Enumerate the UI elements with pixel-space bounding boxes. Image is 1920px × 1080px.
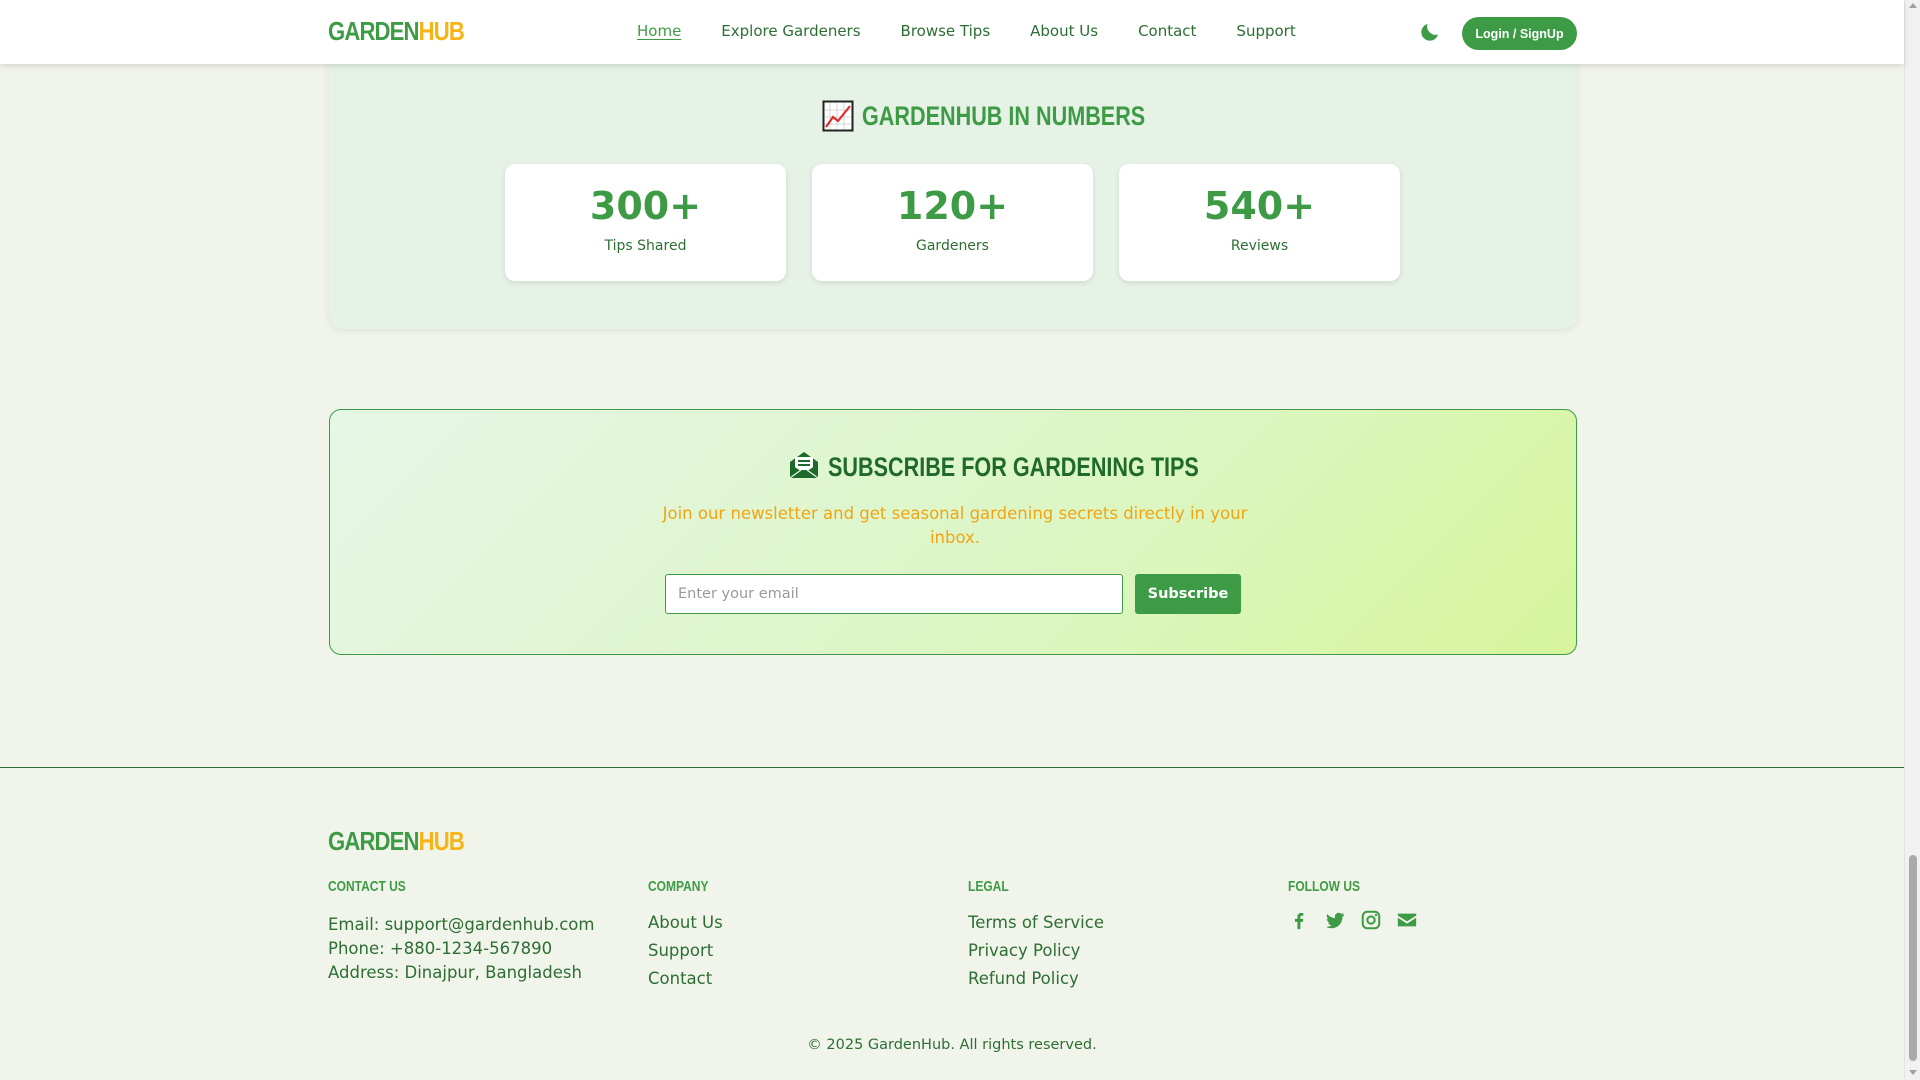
facebook-icon[interactable] <box>1288 909 1310 931</box>
moon-icon[interactable] <box>1418 20 1442 44</box>
footer-contact-column: CONTACT US Email: support@gardenhub.com … <box>328 878 594 985</box>
main-nav: Home Explore Gardeners Browse Tips About… <box>637 22 1296 40</box>
scroll-up-arrow-icon[interactable] <box>1909 3 1917 8</box>
footer-company-column: COMPANY About Us Support Contact <box>648 878 724 993</box>
nav-link-explore-gardeners[interactable]: Explore Gardeners <box>721 22 860 40</box>
envelope-open-icon <box>788 449 820 485</box>
stat-card-gardeners: 120+ Gardeners <box>812 164 1093 281</box>
page-scrollbar[interactable] <box>1904 0 1920 1080</box>
nav-link-about-us[interactable]: About Us <box>1030 22 1098 40</box>
stats-heading: GARDENHUB IN NUMBERS <box>822 100 1216 132</box>
stats-title: GARDENHUB IN NUMBERS <box>862 100 1146 131</box>
footer-legal-column: LEGAL Terms of Service Privacy Policy Re… <box>968 878 1104 993</box>
newsletter-description: Join our newsletter and get seasonal gar… <box>662 504 1248 547</box>
nav-link-support[interactable]: Support <box>1236 22 1295 40</box>
logo-part-garden: GARDEN <box>328 16 420 46</box>
footer-heading-follow: FOLLOW US <box>1288 878 1360 895</box>
twitter-icon[interactable] <box>1324 909 1346 931</box>
scroll-down-arrow-icon[interactable] <box>1909 1070 1917 1075</box>
stat-card-tips: 300+ Tips Shared <box>505 164 786 281</box>
subscribe-button[interactable]: Subscribe <box>1135 574 1241 614</box>
footer-logo[interactable]: GARDENHUB <box>328 826 465 857</box>
chart-increasing-icon <box>822 100 854 132</box>
footer-link-refund[interactable]: Refund Policy <box>968 965 1104 993</box>
scrollbar-thumb[interactable] <box>1909 855 1917 1061</box>
stat-value: 540+ <box>1203 184 1316 228</box>
copyright-text: © 2025 GardenHub. All rights reserved. <box>807 1037 1097 1053</box>
footer-follow-column: FOLLOW US <box>1288 878 1418 931</box>
footer-divider <box>0 767 1904 768</box>
newsletter-heading: SUBSCRIBE FOR GARDENING TIPS <box>788 449 1292 485</box>
footer-link-privacy[interactable]: Privacy Policy <box>968 937 1104 965</box>
stat-label: Tips Shared <box>604 238 687 254</box>
stat-card-reviews: 540+ Reviews <box>1119 164 1400 281</box>
email-input[interactable] <box>665 574 1123 614</box>
logo-part-hub: HUB <box>418 826 465 856</box>
footer-link-support[interactable]: Support <box>648 937 724 965</box>
navbar: GARDENHUB Home Explore Gardeners Browse … <box>0 0 1904 64</box>
footer-link-about-us[interactable]: About Us <box>648 909 724 937</box>
nav-link-contact[interactable]: Contact <box>1138 22 1196 40</box>
newsletter-title: SUBSCRIBE FOR GARDENING TIPS <box>828 451 1199 482</box>
contact-address: Address: Dinajpur, Bangladesh <box>328 963 582 982</box>
footer-heading-legal: LEGAL <box>968 878 1009 895</box>
footer-heading-contact: CONTACT US <box>328 878 406 895</box>
stat-label: Reviews <box>1230 238 1289 254</box>
nav-link-browse-tips[interactable]: Browse Tips <box>901 22 991 40</box>
stat-label: Gardeners <box>916 238 989 254</box>
contact-phone: Phone: +880-1234-567890 <box>328 939 553 958</box>
logo-part-hub: HUB <box>418 16 465 46</box>
footer-link-contact[interactable]: Contact <box>648 965 724 993</box>
instagram-icon[interactable] <box>1360 909 1382 931</box>
footer-heading-company: COMPANY <box>648 878 709 895</box>
email-icon[interactable] <box>1396 909 1418 931</box>
logo-part-garden: GARDEN <box>328 826 420 856</box>
footer-link-terms[interactable]: Terms of Service <box>968 909 1104 937</box>
brand-logo[interactable]: GARDENHUB <box>328 16 465 47</box>
nav-link-home[interactable]: Home <box>637 22 681 40</box>
stat-value: 120+ <box>896 184 1009 228</box>
stat-value: 300+ <box>589 184 702 228</box>
login-signup-button[interactable]: Login / SignUp <box>1462 17 1577 50</box>
contact-email: Email: support@gardenhub.com <box>328 915 595 934</box>
